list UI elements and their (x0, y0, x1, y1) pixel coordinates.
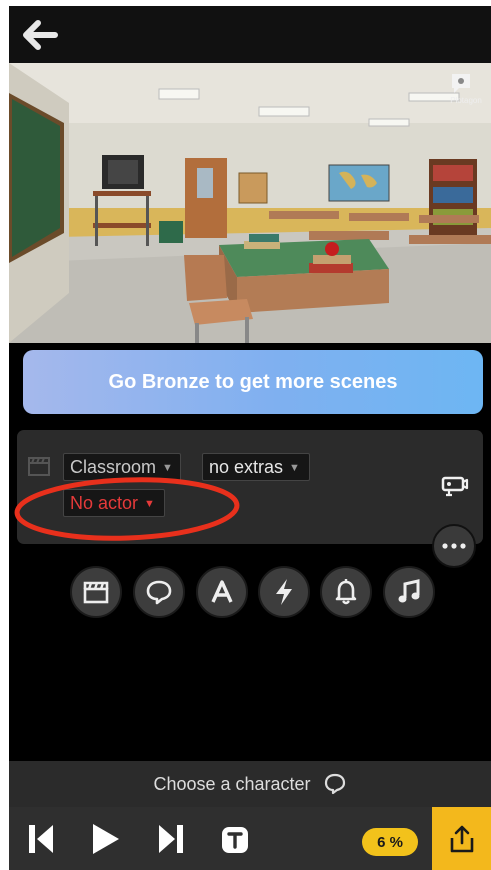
camera-icon[interactable] (441, 474, 469, 498)
lightning-icon (276, 579, 292, 605)
text-overlay-button[interactable] (221, 826, 249, 859)
dropdown-arrow-icon: ▼ (162, 462, 173, 474)
more-options-button[interactable] (432, 524, 476, 568)
text-t-icon (222, 827, 248, 853)
play-icon (93, 824, 119, 854)
share-button[interactable] (432, 807, 491, 870)
skip-forward-button[interactable] (157, 823, 185, 860)
music-note-icon (398, 579, 420, 603)
scene-tool-button[interactable] (70, 566, 122, 618)
sound-effect-tool-button[interactable] (320, 566, 372, 618)
playback-bar: 6 % (9, 807, 491, 870)
annotation-ellipse (14, 477, 240, 541)
dialogue-tool-button[interactable] (133, 566, 185, 618)
choose-character-label: Choose a character (153, 773, 311, 794)
arrow-left-icon (23, 20, 58, 50)
speech-bubble-icon (146, 580, 172, 605)
clapperboard-icon (28, 457, 50, 476)
back-button[interactable] (23, 20, 59, 50)
plotagon-logo-icon (452, 74, 470, 93)
watermark: Plotagon (449, 71, 483, 105)
scene-preview: Plotagon (9, 63, 491, 343)
choose-character-bar[interactable]: Choose a character (9, 761, 491, 807)
app-screen: Plotagon Go Bronze to get more scenes Cl… (9, 6, 491, 870)
letter-a-icon (211, 580, 233, 603)
skip-back-button[interactable] (27, 823, 55, 860)
skip-forward-icon (159, 825, 183, 853)
dropdown-arrow-icon: ▼ (289, 462, 300, 474)
play-button[interactable] (89, 823, 121, 860)
share-icon (450, 825, 473, 852)
skip-back-icon (29, 825, 53, 853)
music-tool-button[interactable] (383, 566, 435, 618)
action-tool-button[interactable] (258, 566, 310, 618)
more-icon (442, 543, 466, 549)
progress-badge: 6 % (362, 828, 418, 856)
clapperboard-icon (83, 581, 109, 604)
classroom-scene-image (9, 63, 491, 343)
watermark-text: Plotagon (450, 96, 482, 105)
scene-select-value: Classroom (70, 457, 157, 477)
go-bronze-button[interactable]: Go Bronze to get more scenes (23, 350, 483, 414)
bell-icon (335, 579, 357, 605)
top-bar (9, 6, 491, 63)
text-tool-button[interactable] (196, 566, 248, 618)
speech-bubble-icon (324, 773, 345, 795)
extras-select-value: no extras (209, 457, 284, 477)
